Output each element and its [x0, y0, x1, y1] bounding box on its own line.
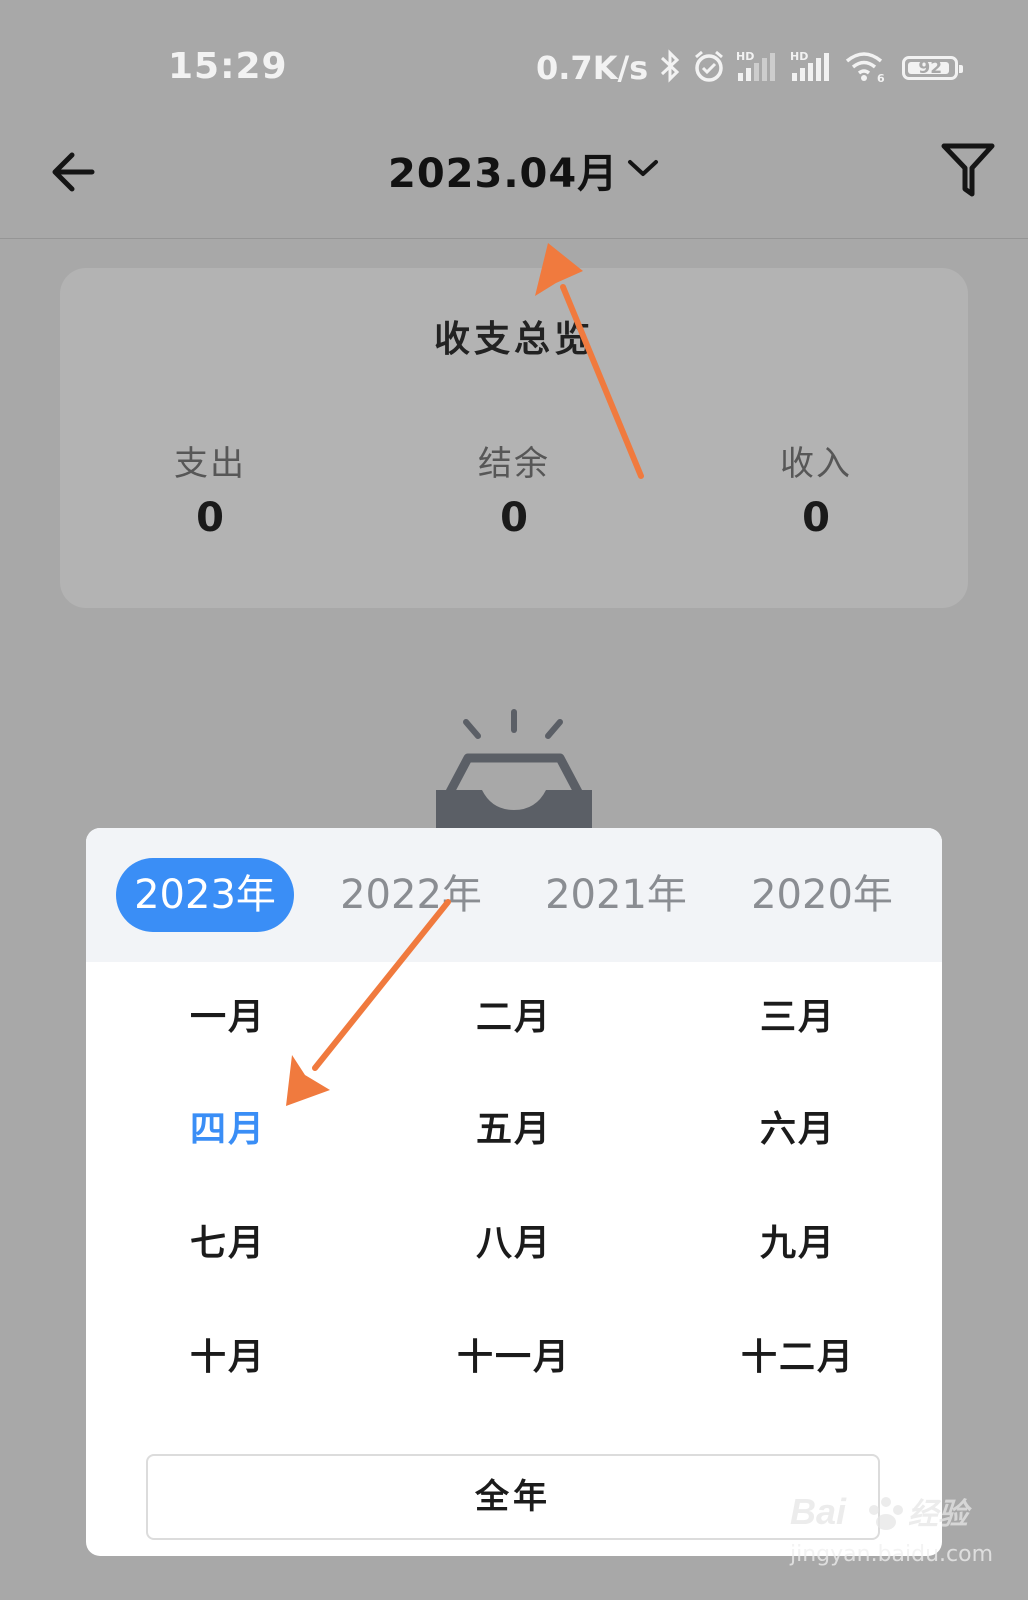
watermark-url: jingyan.baidu.com	[790, 1542, 994, 1567]
hd-signal-icon: HD	[790, 49, 834, 87]
svg-text:HD: HD	[790, 50, 808, 63]
month-dec[interactable]: 十二月	[698, 1328, 898, 1388]
hd-signal-icon: HD	[736, 49, 780, 87]
month-aug[interactable]: 八月	[414, 1214, 614, 1274]
baidu-jingyan-logo: Bai 经验	[790, 1480, 990, 1550]
year-tab-2021[interactable]: 2021年	[536, 858, 696, 932]
month-oct[interactable]: 十月	[128, 1328, 328, 1388]
filter-icon	[941, 143, 995, 197]
summary-title: 收支总览	[433, 319, 594, 360]
month-may[interactable]: 五月	[414, 1100, 614, 1160]
alarm-icon	[692, 49, 726, 87]
month-jun[interactable]: 六月	[698, 1100, 898, 1160]
network-speed: 0.7K/s	[536, 49, 649, 87]
balance-label: 结余	[478, 444, 550, 484]
status-time: 15:29	[168, 46, 288, 87]
app-header: 2023.04月	[0, 130, 1028, 239]
chevron-down-icon	[628, 160, 659, 176]
watermark: Bai 经验 jingyan.baidu.com	[790, 1480, 994, 1590]
expense-value: 0	[196, 495, 224, 541]
month-picker: 2023年 2022年 2021年 2020年 一月 二月 三月 四月 五月 六…	[86, 828, 942, 1556]
month-jan[interactable]: 一月	[128, 988, 328, 1048]
year-tab-2022[interactable]: 2022年	[331, 858, 491, 932]
status-bar: 15:29 0.7K/s HD HD 6 92	[0, 0, 1028, 130]
income-value: 0	[802, 495, 830, 541]
filter-button[interactable]	[938, 140, 998, 200]
page-title: 2023.04月	[388, 151, 619, 197]
svg-text:Bai: Bai	[790, 1491, 847, 1532]
back-button[interactable]	[46, 142, 106, 202]
year-tabs: 2023年 2022年 2021年 2020年	[86, 828, 942, 962]
svg-text:经验: 经验	[908, 1497, 972, 1532]
svg-text:6: 6	[877, 72, 885, 83]
svg-text:HD: HD	[736, 50, 754, 63]
balance-value: 0	[500, 495, 528, 541]
month-apr[interactable]: 四月	[128, 1100, 328, 1160]
battery-level: 92	[918, 58, 943, 78]
month-sep[interactable]: 九月	[698, 1214, 898, 1274]
expense-label: 支出	[174, 444, 246, 484]
month-nov[interactable]: 十一月	[414, 1328, 614, 1388]
expense-summary: 支出 0	[110, 436, 310, 541]
arrow-left-icon	[52, 152, 95, 192]
month-jul[interactable]: 七月	[128, 1214, 328, 1274]
year-tab-2020[interactable]: 2020年	[742, 858, 902, 932]
month-mar[interactable]: 三月	[698, 988, 898, 1048]
year-tab-2023[interactable]: 2023年	[116, 858, 294, 932]
income-summary: 收入 0	[716, 436, 916, 541]
summary-card: 收支总览 支出 0 结余 0 收入 0	[60, 268, 968, 608]
month-feb[interactable]: 二月	[414, 988, 614, 1048]
battery-icon: 92	[902, 56, 964, 80]
full-year-button[interactable]: 全年	[146, 1454, 880, 1540]
status-icons: 0.7K/s HD HD 6 92	[536, 48, 964, 88]
income-label: 收入	[780, 444, 852, 484]
wifi-icon: 6	[844, 49, 886, 87]
empty-inbox-icon	[420, 700, 600, 830]
month-selector[interactable]: 2023.04月	[388, 140, 660, 200]
bluetooth-icon	[658, 49, 682, 87]
balance-summary: 结余 0	[414, 436, 614, 541]
